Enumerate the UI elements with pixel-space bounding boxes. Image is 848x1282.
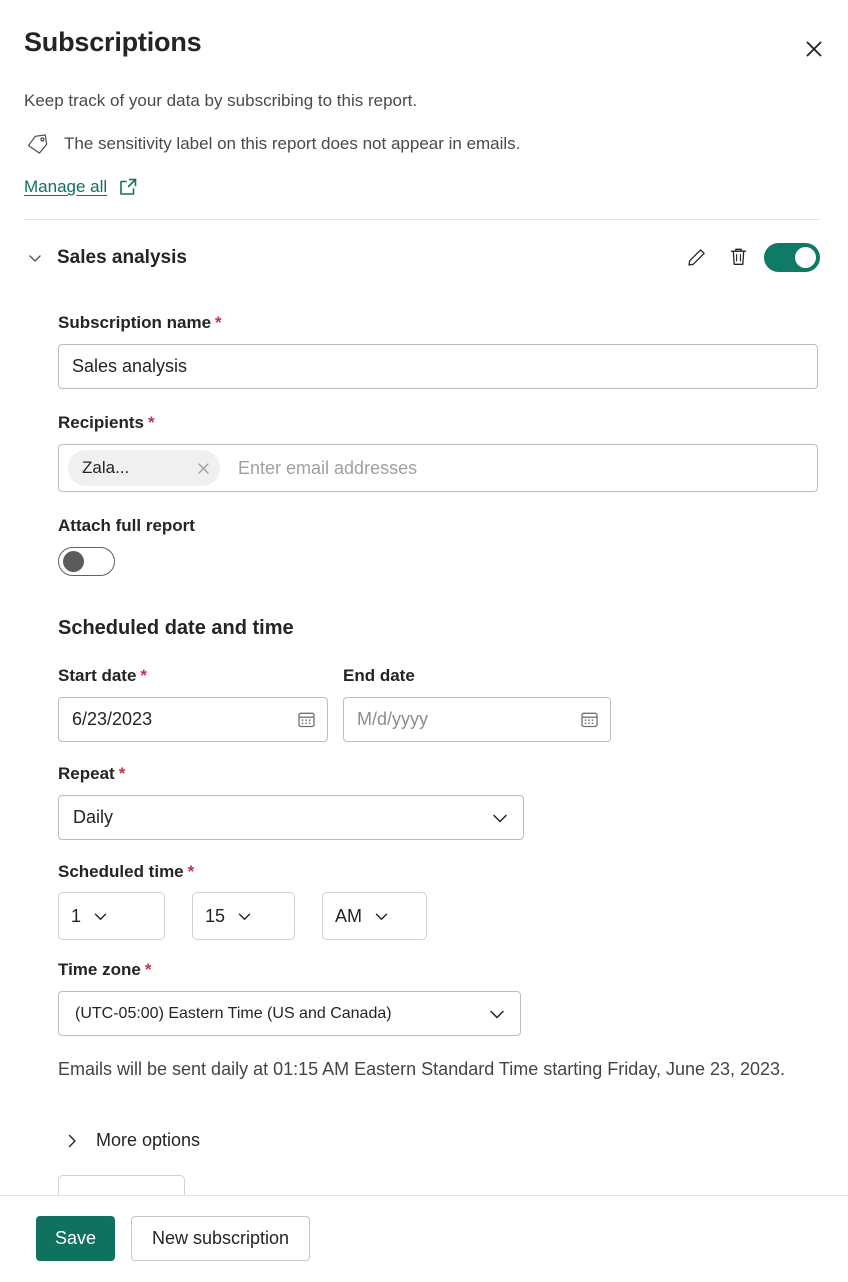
delete-subscription-button[interactable]	[722, 241, 754, 273]
required-asterisk: *	[140, 666, 147, 685]
recipient-chip[interactable]: Zala...	[68, 450, 220, 486]
more-options-label: More options	[96, 1130, 200, 1151]
scheduled-time-label-text: Scheduled time	[58, 862, 184, 881]
attach-full-report-toggle[interactable]	[58, 547, 115, 576]
subscription-name-input[interactable]: Sales analysis	[58, 344, 818, 389]
edit-subscription-button[interactable]	[680, 241, 712, 273]
subscription-accordion-header[interactable]: Sales analysis	[24, 242, 820, 274]
page-title: Subscriptions	[24, 27, 201, 58]
manage-all-link[interactable]: Manage all	[24, 177, 138, 197]
end-date-input[interactable]: M/d/yyyy	[343, 697, 611, 742]
recipient-chip-label: Zala...	[82, 458, 129, 478]
start-date-value: 6/23/2023	[72, 709, 152, 730]
sensitivity-notice: The sensitivity label on this report doe…	[24, 131, 520, 157]
time-zone-select[interactable]: (UTC-05:00) Eastern Time (US and Canada)	[58, 991, 521, 1036]
sensitivity-text: The sensitivity label on this report doe…	[64, 134, 520, 154]
attach-full-report-label-text: Attach full report	[58, 516, 195, 535]
required-asterisk: *	[119, 764, 126, 783]
scheduled-time-minute-value: 15	[205, 906, 225, 927]
remove-recipient-icon[interactable]	[190, 455, 216, 481]
chevron-down-icon[interactable]	[486, 1003, 508, 1025]
calendar-icon[interactable]	[579, 709, 600, 730]
start-date-label: Start date*	[58, 666, 147, 686]
new-subscription-button[interactable]: New subscription	[131, 1216, 310, 1261]
tag-icon	[24, 131, 52, 157]
subscription-name-label-text: Subscription name	[58, 313, 211, 332]
trash-icon	[728, 246, 749, 268]
subscription-actions	[680, 241, 820, 273]
chevron-down-icon[interactable]	[372, 907, 391, 926]
panel-subtitle: Keep track of your data by subscribing t…	[24, 91, 417, 111]
more-options-toggle[interactable]: More options	[64, 1130, 200, 1151]
manage-all-label[interactable]: Manage all	[24, 177, 107, 197]
recipients-input[interactable]: Zala... Enter email addresses	[58, 444, 818, 492]
required-asterisk: *	[215, 313, 222, 332]
recipients-placeholder: Enter email addresses	[238, 458, 417, 479]
schedule-info-text: Emails will be sent daily at 01:15 AM Ea…	[58, 1056, 800, 1083]
required-asterisk: *	[145, 960, 152, 979]
repeat-label-text: Repeat	[58, 764, 115, 783]
attach-full-report-label: Attach full report	[58, 516, 195, 536]
time-zone-label: Time zone*	[58, 960, 151, 980]
end-date-placeholder: M/d/yyyy	[357, 709, 428, 730]
header-divider	[24, 219, 820, 220]
scheduled-time-meridiem-select[interactable]: AM	[322, 892, 427, 940]
schedule-section-title: Scheduled date and time	[58, 617, 294, 640]
required-asterisk: *	[188, 862, 195, 881]
calendar-icon[interactable]	[296, 709, 317, 730]
end-date-label-text: End date	[343, 666, 415, 685]
close-icon	[804, 39, 824, 59]
start-date-input[interactable]: 6/23/2023	[58, 697, 328, 742]
close-button[interactable]	[797, 32, 831, 66]
open-in-new-icon[interactable]	[118, 177, 138, 197]
recipients-label: Recipients*	[58, 413, 155, 433]
repeat-value: Daily	[73, 807, 113, 828]
panel-footer: Save New subscription	[0, 1195, 848, 1282]
chevron-down-icon[interactable]	[489, 807, 511, 829]
subscription-enabled-toggle[interactable]	[764, 243, 820, 272]
scheduled-time-hour-value: 1	[71, 906, 81, 927]
repeat-label: Repeat*	[58, 764, 125, 784]
subscriptions-panel: Subscriptions Keep track of your data by…	[0, 0, 848, 1282]
chevron-down-icon[interactable]	[24, 247, 46, 269]
subscription-name-value: Sales analysis	[72, 356, 187, 377]
scheduled-time-minute-select[interactable]: 15	[192, 892, 295, 940]
chevron-down-icon[interactable]	[235, 907, 254, 926]
required-asterisk: *	[148, 413, 155, 432]
save-button[interactable]: Save	[36, 1216, 115, 1261]
time-zone-label-text: Time zone	[58, 960, 141, 979]
time-zone-value: (UTC-05:00) Eastern Time (US and Canada)	[75, 1005, 392, 1023]
pencil-icon	[686, 247, 707, 268]
repeat-select[interactable]: Daily	[58, 795, 524, 840]
start-date-label-text: Start date	[58, 666, 136, 685]
subscription-name-label: Subscription name*	[58, 313, 222, 333]
scheduled-time-hour-select[interactable]: 1	[58, 892, 165, 940]
recipients-label-text: Recipients	[58, 413, 144, 432]
chevron-right-icon[interactable]	[64, 1132, 80, 1150]
chevron-down-icon[interactable]	[91, 907, 110, 926]
scheduled-time-meridiem-value: AM	[335, 906, 362, 927]
subscription-title: Sales analysis	[57, 247, 187, 269]
end-date-label: End date	[343, 666, 419, 686]
scheduled-time-label: Scheduled time*	[58, 862, 194, 882]
